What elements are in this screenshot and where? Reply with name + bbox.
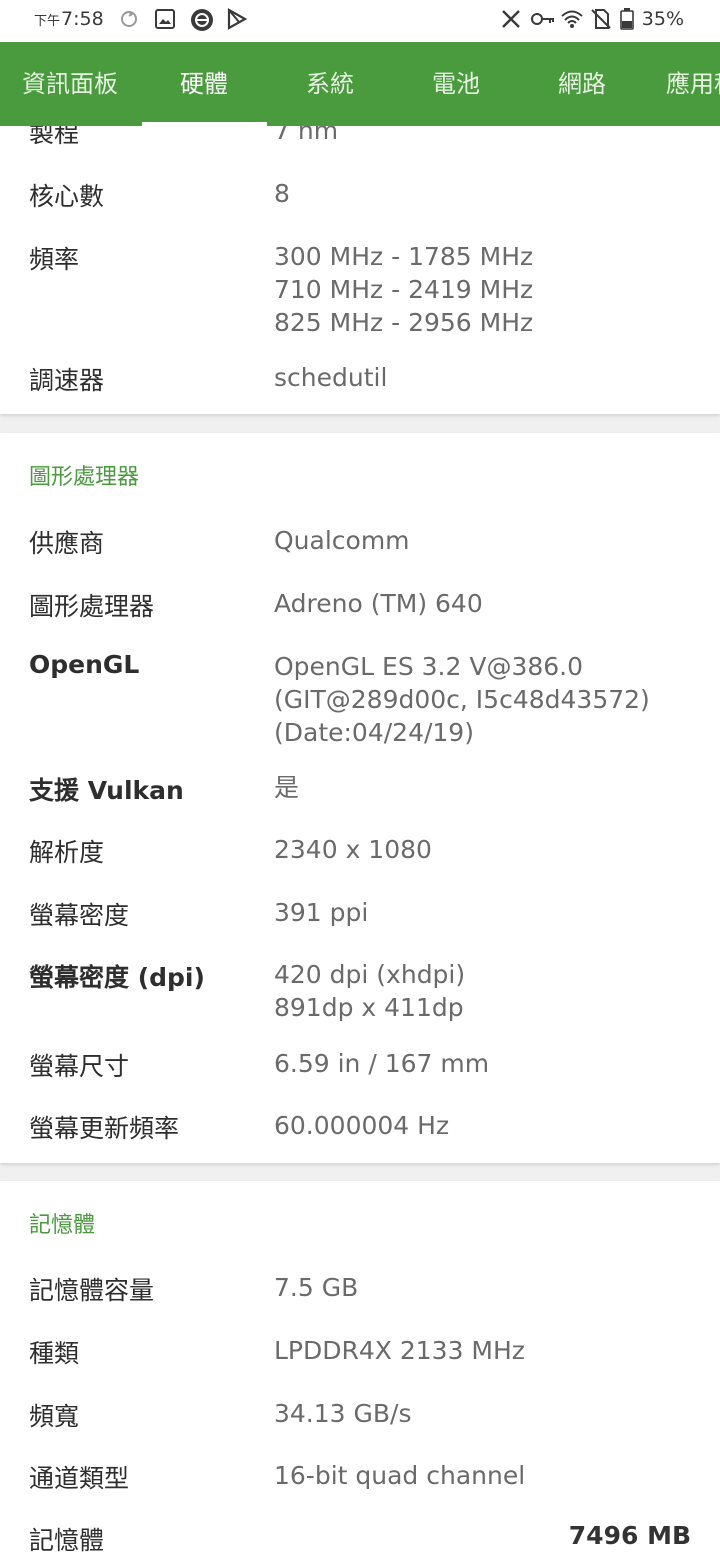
sync-icon — [118, 8, 140, 30]
memory-usage-value: 7496 MB — [568, 1521, 691, 1550]
key-icon — [530, 8, 554, 30]
tab-hardware[interactable]: 硬體 — [180, 42, 228, 126]
row-label: 頻寬 — [29, 1402, 80, 1431]
x-app-icon — [500, 8, 522, 30]
row-label: 支援 Vulkan — [29, 776, 184, 805]
row-label: 圖形處理器 — [29, 592, 155, 621]
gallery-icon — [154, 8, 176, 30]
clock-time: 7:58 — [61, 8, 104, 30]
row-label: 解析度 — [29, 838, 105, 867]
row-value: 300 MHz - 1785 MHz 710 MHz - 2419 MHz 82… — [274, 242, 534, 337]
vpn-icon — [190, 8, 213, 31]
clock-ampm: 下午 — [34, 14, 61, 29]
status-bar: 下午 7:58 35% — [0, 0, 720, 42]
no-sim-icon — [590, 8, 612, 30]
row-value: 420 dpi (xhdpi) 891dp x 411dp — [274, 960, 466, 1022]
tab-network[interactable]: 網路 — [558, 42, 606, 126]
content-scroll[interactable]: 製程 7 nm 核心數 8 頻率 300 MHz - 1785 MHz 710 … — [0, 126, 720, 1560]
tab-bar: 資訊面板 硬體 系統 電池 網路 應用程式 — [0, 42, 720, 126]
row-value: 16-bit quad channel — [274, 1461, 526, 1490]
gpu-section-title: 圖形處理器 — [29, 465, 140, 490]
memory-section-title: 記憶體 — [29, 1213, 96, 1238]
row-value: 60.000004 Hz — [274, 1111, 450, 1140]
row-value: 7 nm — [274, 126, 339, 145]
battery-icon — [619, 8, 634, 30]
tab-dashboard[interactable]: 資訊面板 — [22, 42, 118, 126]
row-value: 34.13 GB/s — [274, 1399, 412, 1428]
row-value: 是 — [274, 773, 300, 802]
status-bar-right: 35% — [500, 8, 684, 30]
status-bar-left: 下午 7:58 — [34, 8, 248, 31]
row-label: 調速器 — [29, 366, 105, 395]
wifi-icon — [560, 8, 583, 30]
row-label: 螢幕密度 (dpi) — [29, 963, 205, 992]
row-value: 2340 x 1080 — [274, 835, 432, 864]
tab-apps[interactable]: 應用程式 — [666, 42, 720, 126]
row-label: 製程 — [29, 126, 80, 148]
play-store-icon — [226, 8, 248, 30]
row-value: 391 ppi — [274, 898, 369, 927]
clock: 下午 7:58 — [34, 8, 104, 30]
row-label: 核心數 — [29, 182, 105, 211]
memory-card: 記憶體 記憶體容量 7.5 GB 種類 LPDDR4X 2133 MHz 頻寬 … — [0, 1181, 720, 1560]
row-label: 供應商 — [29, 529, 105, 558]
row-value: Adreno (TM) 640 — [274, 589, 483, 618]
row-label: 螢幕密度 — [29, 901, 130, 930]
row-value: Qualcomm — [274, 526, 410, 555]
tab-system[interactable]: 系統 — [306, 42, 354, 126]
memory-usage-label: 記憶體 — [29, 1526, 105, 1555]
row-value: LPDDR4X 2133 MHz — [274, 1336, 525, 1365]
row-label: 螢幕更新頻率 — [29, 1114, 180, 1143]
row-value: 8 — [274, 179, 290, 208]
row-value: 7.5 GB — [274, 1273, 359, 1302]
row-value: schedutil — [274, 363, 388, 392]
tab-battery[interactable]: 電池 — [432, 42, 480, 126]
row-value: 6.59 in / 167 mm — [274, 1049, 490, 1078]
row-label: 螢幕尺寸 — [29, 1052, 130, 1081]
row-label: OpenGL — [29, 650, 140, 679]
row-label: 頻率 — [29, 245, 80, 274]
row-label: 通道類型 — [29, 1464, 130, 1493]
row-value: OpenGL ES 3.2 V@386.0 (GIT@289d00c, I5c4… — [274, 652, 650, 747]
row-label: 種類 — [29, 1339, 80, 1368]
battery-percent: 35% — [641, 8, 684, 30]
cpu-card: 製程 7 nm 核心數 8 頻率 300 MHz - 1785 MHz 710 … — [0, 126, 720, 414]
row-label: 記憶體容量 — [29, 1276, 155, 1305]
gpu-card: 圖形處理器 供應商 Qualcomm 圖形處理器 Adreno (TM) 640… — [0, 433, 720, 1163]
